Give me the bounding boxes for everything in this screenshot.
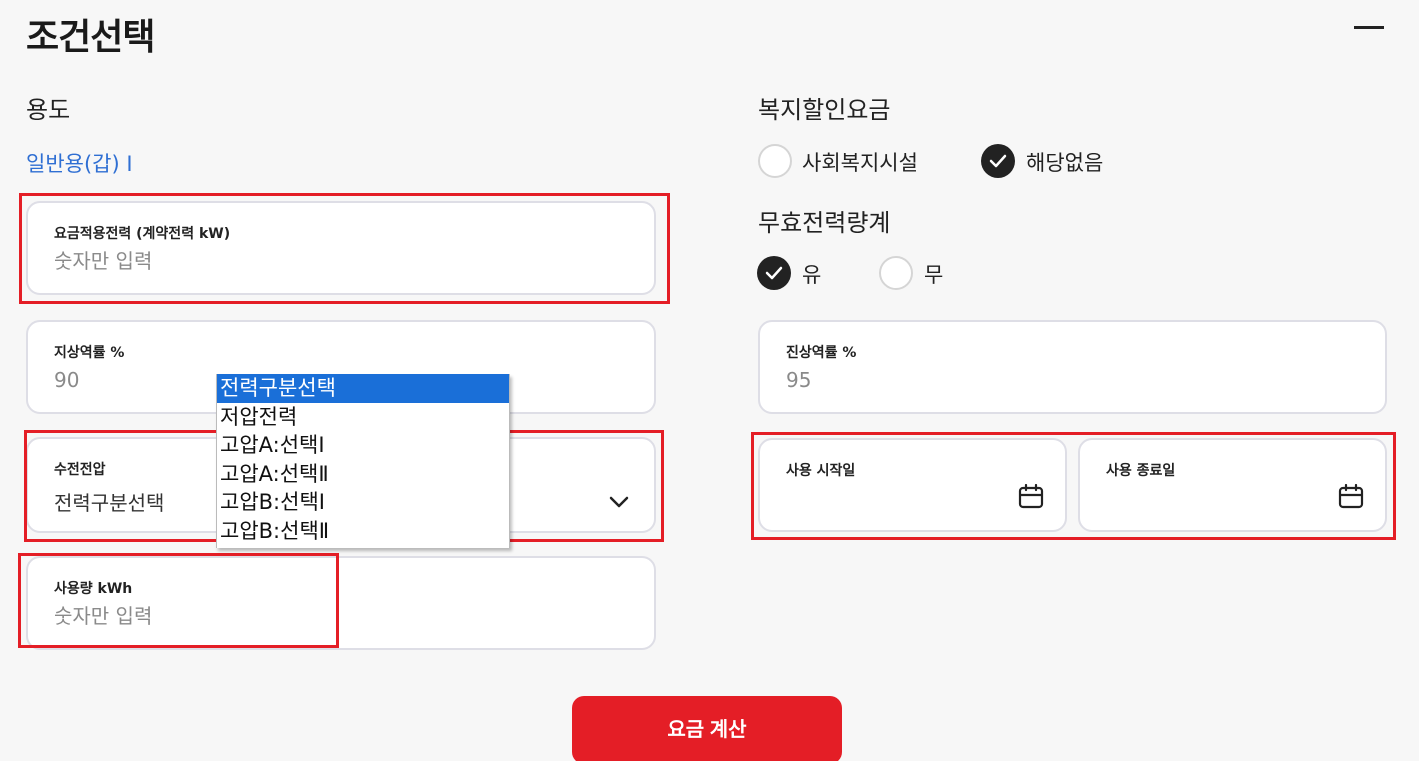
contract-power-field[interactable]: 요금적용전력 (계약전력 kW): [26, 201, 656, 295]
start-date-field[interactable]: 사용 시작일: [758, 438, 1067, 532]
radio-reactive-no[interactable]: [879, 256, 913, 290]
usage-kwh-field[interactable]: 사용량 kWh: [26, 556, 656, 650]
usage-kwh-label: 사용량 kWh: [54, 581, 133, 597]
welfare-discount-label: 복지할인요금: [758, 96, 891, 124]
end-date-label: 사용 종료일: [1106, 463, 1176, 479]
contract-power-label: 요금적용전력 (계약전력 kW): [54, 226, 231, 242]
lagging-pf-label: 지상역률 %: [54, 345, 125, 361]
calendar-icon[interactable]: [1018, 484, 1044, 510]
dropdown-option[interactable]: 고압B:선택Ⅱ: [217, 517, 509, 546]
radio-social-welfare[interactable]: [758, 144, 792, 178]
leading-pf-label: 진상역률 %: [786, 345, 857, 361]
radio-not-applicable-label[interactable]: 해당없음: [1026, 147, 1103, 177]
radio-reactive-yes-label[interactable]: 유: [802, 259, 821, 289]
contract-power-input[interactable]: [54, 249, 474, 273]
dropdown-option[interactable]: 고압B:선택Ⅰ: [217, 488, 509, 517]
end-date-field[interactable]: 사용 종료일: [1078, 438, 1387, 532]
dropdown-option[interactable]: 전력구분선택: [217, 374, 509, 403]
voltage-selected-value: 전력구분선택: [54, 491, 165, 515]
voltage-dropdown-list[interactable]: 전력구분선택 저압전력 고압A:선택Ⅰ 고압A:선택Ⅱ 고압B:선택Ⅰ 고압B:…: [216, 374, 510, 548]
usage-kwh-input[interactable]: [54, 604, 474, 628]
calendar-icon[interactable]: [1338, 484, 1364, 510]
check-icon: [765, 266, 783, 280]
calculate-button[interactable]: 요금 계산: [572, 696, 842, 761]
chevron-down-icon[interactable]: [608, 495, 630, 509]
usage-value-link[interactable]: 일반용(갑) Ⅰ: [26, 148, 133, 178]
check-icon: [989, 154, 1007, 168]
radio-reactive-no-label[interactable]: 무: [924, 259, 943, 289]
leading-pf-field[interactable]: 진상역률 %: [758, 320, 1387, 414]
start-date-label: 사용 시작일: [786, 463, 856, 479]
reactive-meter-label: 무효전력량계: [758, 209, 891, 237]
collapse-icon[interactable]: [1352, 18, 1386, 38]
lagging-pf-input[interactable]: [54, 368, 214, 392]
page-title: 조건선택: [26, 17, 155, 58]
usage-label: 용도: [26, 96, 71, 124]
dropdown-option[interactable]: 고압A:선택Ⅰ: [217, 431, 509, 460]
radio-not-applicable[interactable]: [981, 144, 1015, 178]
dropdown-option[interactable]: 저압전력: [217, 403, 509, 432]
dropdown-option[interactable]: 고압A:선택Ⅱ: [217, 460, 509, 489]
voltage-label: 수전전압: [54, 462, 106, 478]
leading-pf-input[interactable]: [786, 368, 986, 392]
radio-social-welfare-label[interactable]: 사회복지시설: [802, 147, 918, 177]
radio-reactive-yes[interactable]: [757, 256, 791, 290]
